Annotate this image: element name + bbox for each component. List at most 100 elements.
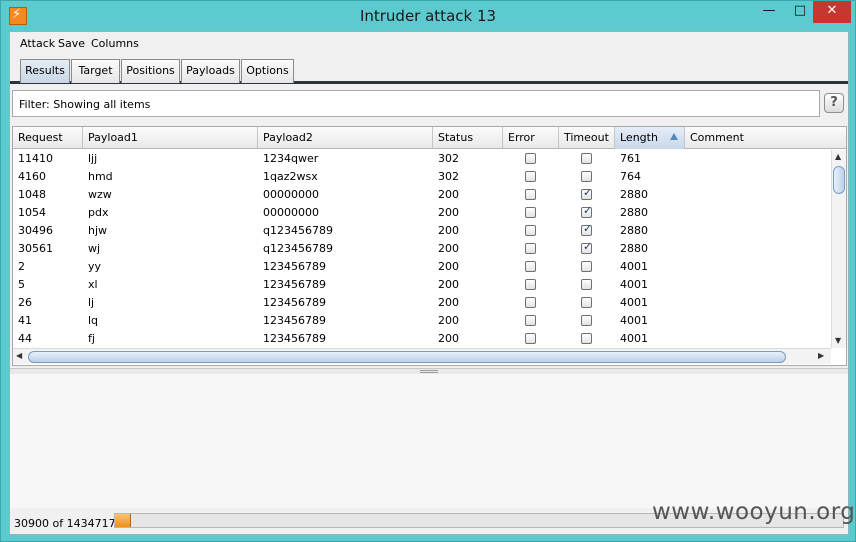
cell-status: 200	[438, 278, 459, 291]
table-row[interactable]: 41 lq 123456789 200 4001	[13, 312, 831, 330]
error-checkbox	[525, 297, 536, 308]
watermark-text: www.wooyun.org	[652, 499, 856, 525]
sort-ascending-icon	[670, 133, 678, 140]
request-response-pane	[10, 374, 848, 508]
cell-length: 4001	[620, 296, 648, 309]
timeout-checkbox	[581, 186, 592, 200]
splitter-grip-icon[interactable]	[420, 370, 438, 373]
client-area: Attack Save Columns Results Target Posit…	[9, 31, 855, 535]
title-bar[interactable]: Intruder attack 13 — □ ✕	[1, 1, 855, 31]
cell-payload2: 00000000	[263, 206, 319, 219]
results-table: Request Payload1 Payload2 Status Error T…	[12, 126, 847, 366]
cell-comment	[685, 204, 831, 222]
table-row[interactable]: 5 xl 123456789 200 4001	[13, 276, 831, 294]
cell-length: 2880	[620, 206, 648, 219]
cell-comment	[685, 222, 831, 240]
column-timeout[interactable]: Timeout	[559, 127, 615, 149]
cell-comment	[685, 294, 831, 312]
cell-payload1: yy	[88, 260, 102, 273]
table-row[interactable]: 11410 ljj 1234qwer 302 761	[13, 150, 831, 168]
table-row[interactable]: 4160 hmd 1qaz2wsx 302 764	[13, 168, 831, 186]
tab-payloads[interactable]: Payloads	[181, 59, 240, 83]
cell-payload2: 123456789	[263, 296, 326, 309]
scroll-down-icon[interactable]: ▼	[835, 336, 841, 345]
cell-length: 764	[620, 170, 641, 183]
cell-comment	[685, 186, 831, 204]
error-checkbox	[525, 171, 536, 182]
vertical-scrollbar[interactable]: ▲ ▼	[831, 150, 846, 348]
timeout-checkbox	[581, 297, 592, 308]
menu-bar: Attack Save Columns	[10, 32, 848, 54]
error-checkbox	[525, 243, 536, 254]
cell-payload1: xl	[88, 278, 98, 291]
cell-payload1: fj	[88, 332, 95, 345]
error-checkbox	[525, 315, 536, 326]
menu-columns[interactable]: Columns	[91, 37, 139, 50]
menu-save[interactable]: Save	[58, 37, 85, 50]
filter-label: Filter:	[19, 98, 50, 111]
cell-comment	[685, 312, 831, 330]
cell-payload1: pdx	[88, 206, 109, 219]
cell-request: 4160	[18, 170, 46, 183]
error-checkbox	[525, 279, 536, 290]
column-error[interactable]: Error	[503, 127, 559, 149]
tab-results[interactable]: Results	[20, 59, 70, 83]
column-payload2[interactable]: Payload2	[258, 127, 433, 149]
cell-length: 761	[620, 152, 641, 165]
table-row[interactable]: 26 lj 123456789 200 4001	[13, 294, 831, 312]
table-row[interactable]: 30561 wj q123456789 200 2880	[13, 240, 831, 258]
intruder-window: Intruder attack 13 — □ ✕ Attack Save Col…	[0, 0, 856, 542]
minimize-button[interactable]: —	[757, 1, 781, 23]
cell-comment	[685, 150, 831, 168]
column-length[interactable]: Length	[615, 127, 685, 149]
tab-options[interactable]: Options	[241, 59, 294, 83]
table-row[interactable]: 44 fj 123456789 200 4001	[13, 330, 831, 348]
table-row[interactable]: 2 yy 123456789 200 4001	[13, 258, 831, 276]
help-button[interactable]: ?	[824, 93, 844, 113]
table-row[interactable]: 1054 pdx 00000000 200 2880	[13, 204, 831, 222]
horizontal-scroll-thumb[interactable]	[28, 351, 786, 363]
timeout-checkbox	[581, 315, 592, 326]
timeout-checkbox	[581, 153, 592, 164]
column-request[interactable]: Request	[13, 127, 83, 149]
cell-payload2: 123456789	[263, 260, 326, 273]
vertical-scroll-thumb[interactable]	[833, 166, 845, 194]
maximize-button[interactable]: □	[787, 1, 813, 23]
cell-request: 2	[18, 260, 25, 273]
cell-comment	[685, 330, 831, 348]
scroll-right-icon[interactable]: ▶	[818, 351, 824, 360]
cell-payload2: 1qaz2wsx	[263, 170, 318, 183]
column-status[interactable]: Status	[433, 127, 503, 149]
filter-bar[interactable]: Filter: Showing all items	[12, 90, 820, 117]
cell-payload2: 123456789	[263, 332, 326, 345]
cell-comment	[685, 258, 831, 276]
cell-payload2: q123456789	[263, 242, 333, 255]
cell-payload1: lq	[88, 314, 99, 327]
scroll-up-icon[interactable]: ▲	[835, 152, 841, 161]
cell-status: 302	[438, 170, 459, 183]
column-length-label: Length	[620, 131, 658, 144]
column-comment[interactable]: Comment	[685, 127, 846, 149]
table-row[interactable]: 30496 hjw q123456789 200 2880	[13, 222, 831, 240]
scroll-left-icon[interactable]: ◀	[16, 351, 22, 360]
cell-status: 302	[438, 152, 459, 165]
cell-payload1: ljj	[88, 152, 98, 165]
cell-status: 200	[438, 296, 459, 309]
tab-positions[interactable]: Positions	[121, 59, 180, 83]
horizontal-scrollbar[interactable]: ◀ ▶	[13, 348, 831, 364]
menu-attack[interactable]: Attack	[20, 37, 55, 50]
cell-payload2: 123456789	[263, 314, 326, 327]
cell-request: 1054	[18, 206, 46, 219]
column-payload1[interactable]: Payload1	[83, 127, 258, 149]
close-button[interactable]: ✕	[813, 1, 851, 23]
tab-target[interactable]: Target	[71, 59, 120, 83]
cell-length: 4001	[620, 260, 648, 273]
cell-length: 4001	[620, 314, 648, 327]
cell-request: 44	[18, 332, 32, 345]
timeout-checkbox	[581, 222, 592, 236]
cell-request: 1048	[18, 188, 46, 201]
cell-length: 2880	[620, 188, 648, 201]
table-row[interactable]: 1048 wzw 00000000 200 2880	[13, 186, 831, 204]
cell-comment	[685, 168, 831, 186]
cell-request: 26	[18, 296, 32, 309]
